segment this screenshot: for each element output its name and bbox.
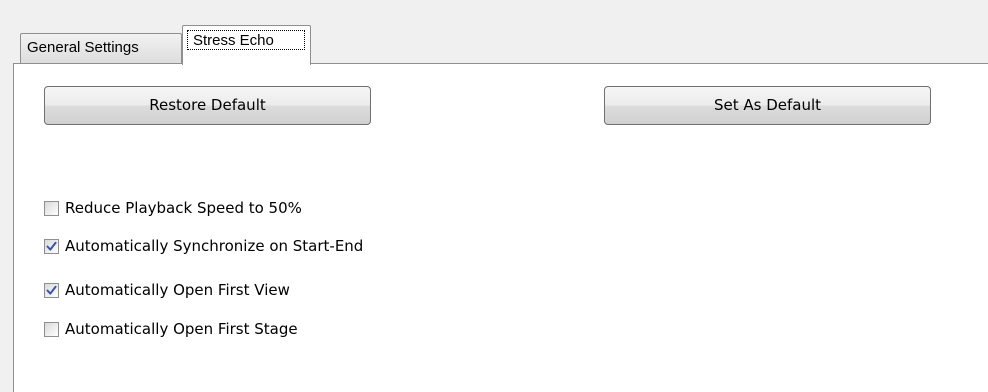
auto-synchronize-label: Automatically Synchronize on Start-End — [65, 237, 364, 255]
option-auto-open-first-view[interactable]: Automatically Open First View — [44, 280, 290, 300]
option-auto-open-first-stage[interactable]: Automatically Open First Stage — [44, 319, 298, 339]
tab-stress-echo-label: Stress Echo — [187, 30, 305, 50]
reduce-playback-speed-label: Reduce Playback Speed to 50% — [65, 199, 302, 217]
tab-general-settings[interactable]: General Settings — [20, 33, 182, 64]
restore-default-button[interactable]: Restore Default — [44, 86, 371, 125]
stress-echo-settings-window: General Settings Stress Echo Restore Def… — [0, 0, 988, 392]
reduce-playback-speed-checkbox[interactable] — [44, 200, 59, 216]
auto-open-first-view-label: Automatically Open First View — [65, 281, 290, 299]
option-reduce-playback-speed[interactable]: Reduce Playback Speed to 50% — [44, 198, 302, 218]
auto-open-first-stage-label: Automatically Open First Stage — [65, 320, 298, 338]
stress-echo-panel: Restore Default Set As Default Reduce Pl… — [13, 63, 988, 392]
set-as-default-button[interactable]: Set As Default — [604, 86, 931, 125]
check-mark-icon — [46, 241, 57, 251]
auto-synchronize-checkbox[interactable] — [44, 238, 59, 254]
tab-general-settings-label: General Settings — [27, 39, 139, 56]
tab-stress-echo[interactable]: Stress Echo — [182, 25, 311, 65]
auto-open-first-stage-checkbox[interactable] — [44, 321, 59, 337]
auto-open-first-view-checkbox[interactable] — [44, 282, 59, 298]
check-mark-icon — [46, 285, 57, 295]
option-auto-synchronize[interactable]: Automatically Synchronize on Start-End — [44, 236, 363, 256]
